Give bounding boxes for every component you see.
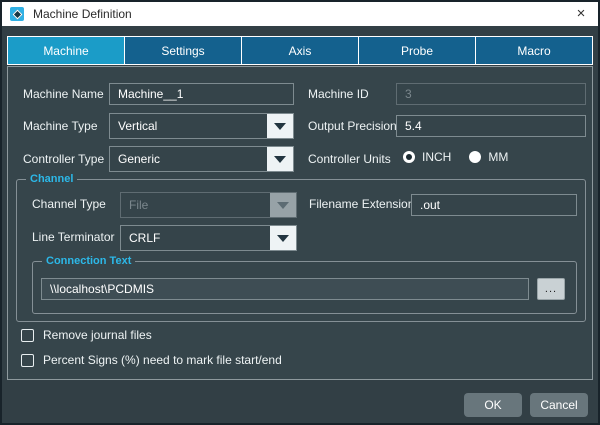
controller-units-group: INCH MM: [403, 150, 526, 164]
remove-journal-files-checkbox[interactable]: [21, 328, 34, 342]
mm-radio-label: MM: [488, 150, 509, 164]
filename-extension-label: Filename Extension: [309, 197, 415, 211]
tab-settings[interactable]: Settings: [125, 36, 242, 65]
filename-extension-input[interactable]: .out: [411, 194, 577, 216]
machine-name-label: Machine Name: [23, 87, 104, 101]
machine-id-input: 3: [396, 83, 586, 105]
channel-group-title: Channel: [26, 172, 78, 186]
percent-signs-row: Percent Signs (%) need to mark file star…: [21, 353, 282, 367]
browse-button[interactable]: ...: [537, 278, 565, 300]
tab-probe[interactable]: Probe: [359, 36, 476, 65]
machine-tab-panel: Machine Name Machine__1 Machine ID 3 Mac…: [7, 66, 593, 380]
ok-button[interactable]: OK: [464, 393, 522, 417]
output-precision-label: Output Precision: [308, 119, 397, 133]
connection-text-input[interactable]: \\localhost\PCDMIS: [41, 278, 529, 300]
tab-machine[interactable]: Machine: [7, 36, 125, 65]
remove-journal-files-row: Remove journal files: [21, 328, 152, 342]
titlebar: Machine Definition ×: [2, 2, 598, 26]
tab-bar: Machine Settings Axis Probe Macro: [7, 36, 593, 65]
line-terminator-dropdown[interactable]: CRLF: [120, 225, 297, 251]
machine-definition-dialog: Machine Definition × Machine Settings Ax…: [0, 0, 600, 425]
machine-name-input[interactable]: Machine__1: [109, 83, 294, 105]
machine-type-label: Machine Type: [23, 119, 98, 133]
tab-macro[interactable]: Macro: [476, 36, 593, 65]
machine-id-label: Machine ID: [308, 87, 369, 101]
mm-radio[interactable]: [469, 151, 482, 163]
machine-type-value: Vertical: [118, 119, 158, 133]
controller-type-dropdown[interactable]: Generic: [109, 146, 294, 172]
controller-type-label: Controller Type: [23, 152, 105, 166]
channel-type-label: Channel Type: [32, 197, 106, 211]
tab-axis[interactable]: Axis: [242, 36, 359, 65]
line-terminator-label: Line Terminator: [32, 230, 115, 244]
dialog-title: Machine Definition: [33, 7, 132, 21]
remove-journal-files-label: Remove journal files: [43, 328, 152, 342]
inch-radio-label: INCH: [422, 150, 452, 164]
machine-type-arrow-icon[interactable]: [267, 114, 293, 138]
close-icon[interactable]: ×: [572, 5, 590, 23]
channel-type-value: File: [129, 198, 149, 212]
controller-units-label: Controller Units: [308, 152, 391, 166]
line-terminator-arrow-icon[interactable]: [270, 226, 296, 250]
controller-type-value: Generic: [118, 152, 161, 166]
app-icon: [10, 7, 24, 21]
channel-type-arrow-icon: [270, 193, 296, 217]
line-terminator-value: CRLF: [129, 231, 161, 245]
channel-group: Channel Channel Type File Filename Exten…: [16, 172, 586, 322]
channel-type-dropdown: File: [120, 192, 297, 218]
connection-text-group: Connection Text \\localhost\PCDMIS ...: [32, 254, 577, 314]
controller-type-arrow-icon[interactable]: [267, 147, 293, 171]
percent-signs-label: Percent Signs (%) need to mark file star…: [43, 353, 282, 367]
connection-text-group-title: Connection Text: [42, 254, 136, 268]
percent-signs-checkbox[interactable]: [21, 353, 34, 367]
output-precision-input[interactable]: 5.4: [396, 115, 586, 137]
inch-radio[interactable]: [403, 151, 415, 163]
cancel-button[interactable]: Cancel: [530, 393, 588, 417]
machine-type-dropdown[interactable]: Vertical: [109, 113, 294, 139]
